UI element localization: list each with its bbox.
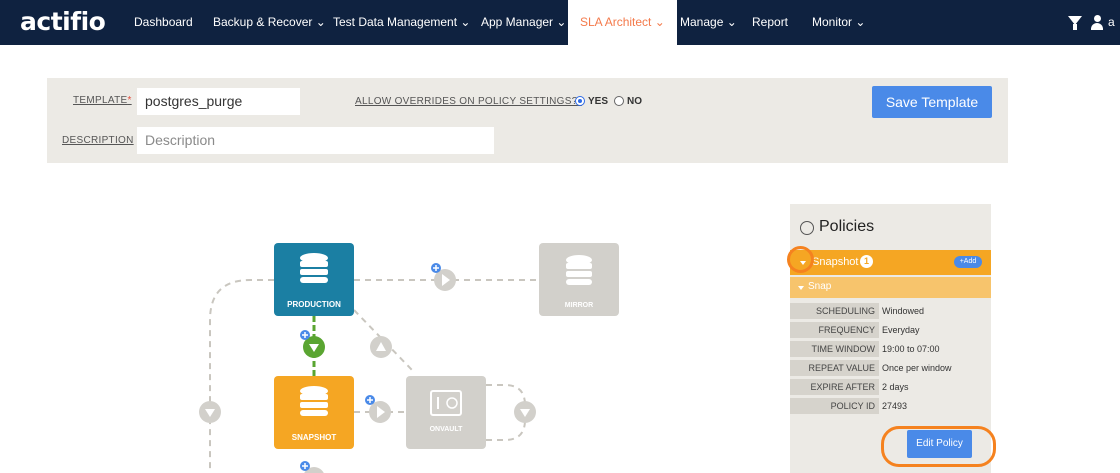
snapshot-group-header[interactable]: Snapshot 1 +Add bbox=[790, 250, 991, 275]
save-template-button[interactable]: Save Template bbox=[872, 86, 992, 118]
production-node[interactable]: PRODUCTION bbox=[274, 243, 354, 316]
highlight-ring-edit-policy bbox=[881, 426, 996, 467]
snapshot-node[interactable]: SNAPSHOT bbox=[274, 376, 354, 449]
user-name[interactable]: a bbox=[1108, 15, 1115, 29]
expire-after-value: 2 days bbox=[882, 382, 909, 392]
left-connector-line bbox=[209, 279, 274, 473]
chevron-down-icon[interactable] bbox=[798, 286, 804, 290]
snapshot-group-label: Snapshot bbox=[812, 256, 859, 268]
policy-circle-icon bbox=[800, 221, 814, 235]
connector-button-onvault-right[interactable] bbox=[514, 401, 536, 423]
snap-policy-label: Snap bbox=[808, 281, 832, 292]
policy-id-value: 27493 bbox=[882, 401, 908, 411]
policies-title: Policies bbox=[819, 218, 875, 235]
production-label: PRODUCTION bbox=[287, 300, 341, 309]
snap-policy-header[interactable]: Snap bbox=[790, 277, 991, 298]
scheduling-value: Windowed bbox=[882, 306, 925, 316]
add-icon[interactable] bbox=[431, 263, 441, 273]
onvault-node[interactable]: ONVAULT bbox=[406, 376, 486, 449]
time-window-value: 19:00 to 07:00 bbox=[882, 344, 940, 354]
add-icon[interactable] bbox=[365, 395, 375, 405]
snapshot-label: SNAPSHOT bbox=[292, 433, 337, 442]
frequency-value: Everyday bbox=[882, 325, 920, 335]
onvault-loop-line bbox=[486, 419, 526, 441]
connector-button-onvault[interactable] bbox=[370, 336, 392, 358]
add-policy-button[interactable]: +Add bbox=[954, 256, 982, 268]
policy-id-key: POLICY ID bbox=[790, 398, 879, 414]
time-window-key: TIME WINDOW bbox=[790, 341, 879, 357]
add-icon[interactable] bbox=[300, 461, 310, 471]
user-icon[interactable] bbox=[1090, 15, 1104, 31]
scheduling-key: SCHEDULING bbox=[790, 303, 879, 319]
highlight-ring-collapse bbox=[787, 246, 814, 273]
repeat-value-key: REPEAT VALUE bbox=[790, 360, 879, 376]
add-icon[interactable] bbox=[300, 330, 310, 340]
nav-monitor[interactable]: Monitor ⌄ bbox=[812, 0, 865, 45]
expire-after-key: EXPIRE AFTER bbox=[790, 379, 879, 395]
mirror-node[interactable]: MIRROR bbox=[539, 243, 619, 316]
frequency-key: FREQUENCY bbox=[790, 322, 879, 338]
repeat-value-value: Once per window bbox=[882, 363, 952, 373]
connector-button-left[interactable] bbox=[199, 401, 221, 423]
sla-flow-diagram: PRODUCTION MIRROR SNAPSHOT ONVAULT bbox=[199, 243, 619, 473]
onvault-label: ONVAULT bbox=[430, 426, 464, 433]
policy-count-badge: 1 bbox=[860, 255, 873, 268]
mirror-label: MIRROR bbox=[565, 302, 593, 309]
